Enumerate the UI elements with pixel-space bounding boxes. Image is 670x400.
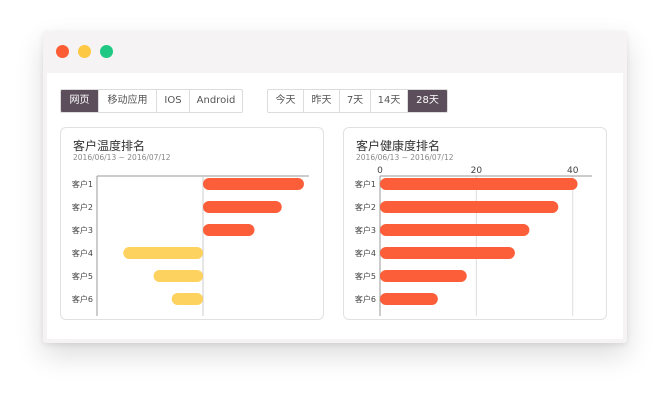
tab-14-days[interactable]: 14天 — [371, 90, 408, 112]
bar[interactable] — [123, 247, 203, 259]
bar[interactable] — [380, 293, 438, 305]
category-label: 客户1 — [355, 179, 376, 189]
bar[interactable] — [203, 224, 255, 236]
tab-28-days[interactable]: 28天 — [408, 90, 447, 112]
health-ranking-chart: 0 20 40 客户1 客户2 客户3 客户4 客户5 客户6 — [355, 166, 592, 316]
close-button[interactable] — [56, 45, 69, 58]
category-label: 客户6 — [355, 294, 376, 304]
health-ranking-card: 客户健康度排名 2016/06/13 ~ 2016/07/12 0 20 40 客户1… — [343, 127, 607, 320]
bar[interactable] — [153, 270, 203, 282]
bar[interactable] — [203, 178, 304, 190]
bar[interactable] — [380, 247, 515, 259]
title-bar — [43, 31, 627, 71]
tab-web[interactable]: 网页 — [61, 90, 99, 112]
bar[interactable] — [380, 224, 530, 236]
tab-mobile-app[interactable]: 移动应用 — [99, 90, 157, 112]
category-label: 客户2 — [72, 202, 93, 212]
tab-yesterday[interactable]: 昨天 — [304, 90, 340, 112]
bar[interactable] — [380, 201, 559, 213]
category-label: 客户5 — [355, 271, 376, 281]
tab-android[interactable]: Android — [190, 90, 242, 112]
date-range-tabs: 今天 昨天 7天 14天 28天 — [267, 89, 448, 113]
platform-tabs: 网页 移动应用 IOS Android — [60, 89, 243, 113]
dashboard-content: 网页 移动应用 IOS Android 今天 昨天 7天 14天 28天 客户温… — [47, 73, 623, 339]
category-label: 客户4 — [72, 248, 93, 258]
maximize-button[interactable] — [100, 45, 113, 58]
x-tick-label: 20 — [471, 166, 483, 176]
category-label: 客户5 — [72, 271, 93, 281]
tab-ios[interactable]: IOS — [157, 90, 190, 112]
tab-today[interactable]: 今天 — [268, 90, 304, 112]
temperature-ranking-card: 客户温度排名 2016/06/13 ~ 2016/07/12 客户1 客户2 客户3… — [60, 127, 324, 320]
category-label: 客户2 — [355, 202, 376, 212]
bar[interactable] — [203, 201, 282, 213]
temperature-ranking-chart: 客户1 客户2 客户3 客户4 客户5 客户6 — [72, 175, 309, 316]
category-label: 客户1 — [72, 179, 93, 189]
bar[interactable] — [380, 270, 467, 282]
tab-7-days[interactable]: 7天 — [340, 90, 371, 112]
app-window: 网页 移动应用 IOS Android 今天 昨天 7天 14天 28天 客户温… — [43, 31, 627, 343]
bar[interactable] — [171, 293, 203, 305]
category-label: 客户3 — [72, 225, 93, 235]
minimize-button[interactable] — [78, 45, 91, 58]
category-label: 客户3 — [355, 225, 376, 235]
x-tick-label: 0 — [377, 166, 383, 176]
category-label: 客户4 — [355, 248, 376, 258]
x-tick-label: 40 — [567, 166, 579, 176]
category-label: 客户6 — [72, 294, 93, 304]
bar[interactable] — [380, 178, 578, 190]
